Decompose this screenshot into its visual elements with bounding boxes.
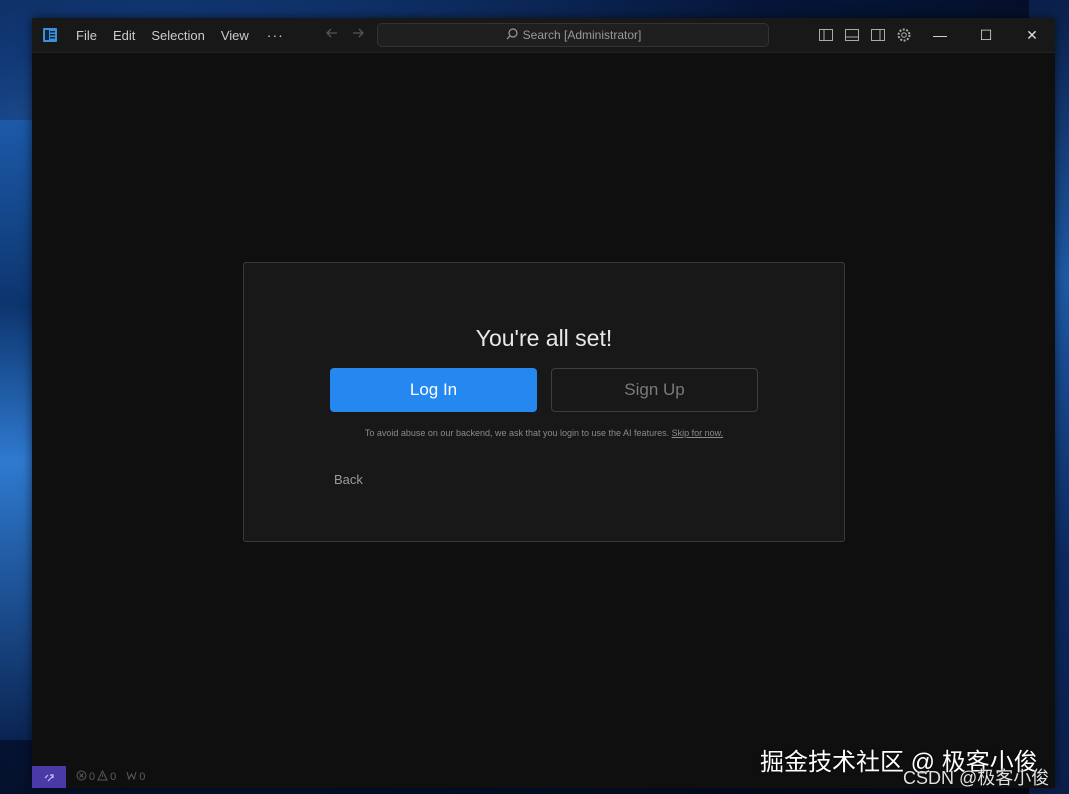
minimize-button[interactable]: — [917, 18, 963, 52]
error-icon [76, 770, 87, 784]
dialog-title: You're all set! [475, 325, 613, 351]
back-link[interactable]: Back [334, 472, 363, 487]
menu-file[interactable]: File [68, 18, 105, 52]
maximize-button[interactable]: ☐ [963, 18, 1009, 52]
error-count: 0 [89, 771, 96, 783]
close-button[interactable]: ✕ [1009, 18, 1055, 52]
ai-login-notice: To avoid abuse on our backend, we ask th… [244, 428, 844, 438]
app-window: File Edit Selection View ··· Search [Adm… [32, 18, 1055, 788]
settings-gear-icon[interactable] [895, 26, 913, 44]
title-bar: File Edit Selection View ··· Search [Adm… [32, 18, 1055, 53]
ports-indicator[interactable]: 0 [126, 770, 145, 784]
nav-arrows [324, 25, 366, 46]
layout-controls [817, 18, 913, 52]
onboarding-dialog: You're all set! Log In Sign Up To avoid … [243, 262, 845, 542]
forward-arrow-icon[interactable] [350, 25, 366, 46]
search-label: Search [Administrator] [522, 28, 642, 42]
ports-icon [126, 770, 137, 784]
skip-link[interactable]: Skip for now. [672, 428, 724, 438]
menu-selection[interactable]: Selection [143, 18, 212, 52]
problems-indicator[interactable]: 0 0 [76, 769, 117, 784]
notice-text: To avoid abuse on our backend, we ask th… [364, 428, 670, 438]
search-icon [505, 27, 519, 44]
back-arrow-icon[interactable] [324, 25, 340, 46]
toggle-secondary-sidebar-icon[interactable] [869, 26, 887, 44]
ports-count: 0 [139, 771, 146, 783]
toggle-panel-icon[interactable] [843, 26, 861, 44]
toggle-primary-sidebar-icon[interactable] [817, 26, 835, 44]
warning-icon [97, 769, 108, 784]
menu-view[interactable]: View [213, 18, 257, 52]
watermark-csdn: CSDN @极客小俊 [903, 768, 1050, 788]
app-logo-icon [42, 27, 58, 43]
signup-button[interactable]: Sign Up [551, 368, 758, 412]
window-controls: — ☐ ✕ [917, 18, 1055, 52]
command-search-box[interactable]: Search [Administrator] [377, 23, 769, 47]
remote-indicator-icon[interactable] [32, 766, 66, 788]
menu-more-button[interactable]: ··· [257, 27, 294, 43]
login-button[interactable]: Log In [330, 368, 537, 412]
warning-count: 0 [110, 771, 117, 783]
menu-edit[interactable]: Edit [105, 18, 143, 52]
